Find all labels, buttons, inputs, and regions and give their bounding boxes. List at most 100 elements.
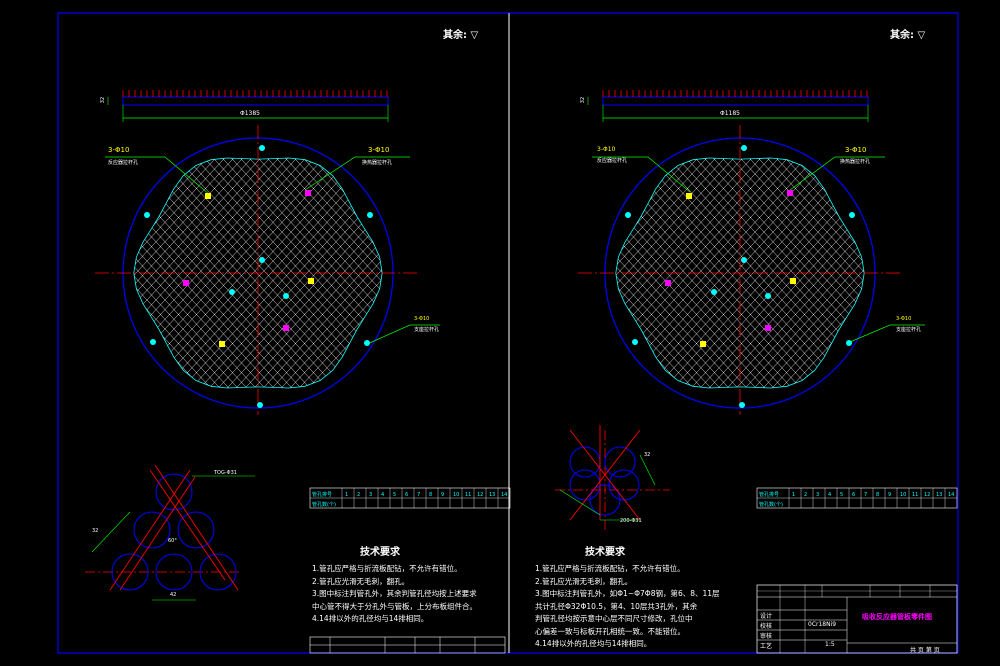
pitch-dim-left: 32	[92, 528, 99, 534]
note-line: 2.管孔应光滑无毛刺，翻孔。	[312, 576, 410, 586]
note-line: 心偏差一致与标板开孔相统一致。不能错位。	[535, 626, 685, 636]
sheet-count: 共 页 第 页	[910, 647, 940, 654]
table-header-cell: 9	[888, 492, 891, 498]
pitch-detail	[555, 425, 670, 530]
note-line: 4.14排以外的孔径均与14排相同。	[535, 639, 652, 648]
hatch-line	[811, 158, 865, 388]
tech-notes-left: 1.管孔应严格与折流板配钻，不允许有错位。 2.管孔应光滑无毛刺，翻孔。 3.图…	[312, 563, 477, 626]
hatch-line	[133, 158, 163, 388]
leader-a-sub-right: 反应器拉杆孔	[597, 158, 628, 164]
hatch-line	[838, 158, 865, 388]
hatch-line	[974, 133, 1000, 413]
table-header-cell: 6	[852, 492, 855, 498]
scale: 1:5	[825, 641, 835, 648]
table-header-cell: 8	[429, 492, 432, 498]
table-header-cell: 4	[828, 492, 831, 498]
table-header-cell: 1	[792, 492, 795, 498]
pitch-label-left: TOG-Φ31	[214, 470, 237, 476]
hatch-line	[911, 133, 1000, 413]
drawing-canvas: 管孔排号 1 2 3 4 5 6 7 8 9 10 11 12 13 14管孔数(个)	[0, 12, 1000, 654]
hatch-line	[956, 133, 1000, 413]
hatch-line	[947, 133, 1000, 413]
hatch-line	[938, 133, 1000, 413]
note-line: 3.图中标注判管孔外，其余判管孔径均按上述要求	[312, 589, 477, 598]
note-line: 3.图中标注判管孔外，如Φ1~Φ7Φ8钢，第6、8、11层	[535, 589, 720, 598]
table-header-cell: 2	[357, 492, 360, 498]
plate-side-view	[587, 90, 869, 122]
leader-b-label-right: 3-Φ10	[845, 146, 867, 154]
tech-title-right: 技术要求	[585, 547, 625, 558]
title-row-check: 校核	[760, 623, 773, 630]
table-header-cell: 14	[948, 492, 954, 498]
hatch-line	[929, 133, 1000, 413]
table-header-cell: 4	[381, 492, 384, 498]
table-header-cell: 3	[816, 492, 819, 498]
hatch-line	[0, 133, 99, 413]
table-header-cell: 10	[453, 492, 459, 498]
leader-a-sub-left: 反应器拉杆孔	[108, 160, 139, 166]
note-line: 1.管孔应严格与折流板配钻，不允许有错位。	[535, 564, 685, 573]
roughness-note-right: 其余: ▽	[890, 30, 926, 41]
hatch-line	[920, 133, 1000, 413]
title-row-process: 工艺	[760, 643, 773, 650]
hatch-line	[0, 133, 54, 413]
tech-title-left: 技术要求	[360, 547, 400, 558]
diameter-dim-left: Φ1385	[240, 110, 260, 117]
table-header-cell: 管孔排号	[312, 491, 332, 498]
table-header-cell: 14	[501, 492, 507, 498]
leader-a-label-left: 3-Φ10	[108, 146, 130, 154]
angle-label-left: 60°	[168, 538, 177, 544]
hatch-line	[0, 133, 27, 413]
note-line: 判管孔径均按示意中心层不同尺寸修改，孔位中	[535, 614, 693, 623]
leader-c-sub-left: 支座拉杆孔	[414, 327, 440, 333]
leader-b	[304, 156, 410, 191]
pitch-detail	[85, 464, 255, 601]
hatch-line	[0, 133, 81, 413]
pitch-label-right: 200-Φ31	[620, 518, 642, 524]
parts-list-strip	[309, 636, 506, 654]
leader-c-sub-right: 支座拉杆孔	[896, 327, 922, 333]
table-header-cell: 5	[840, 492, 843, 498]
table-header-cell: 11	[465, 492, 471, 498]
hatch-line	[0, 133, 63, 413]
hatch-line	[615, 158, 704, 388]
title-row-design: 设计	[760, 613, 773, 620]
hatch-line	[615, 158, 677, 388]
table-header-cell: 管孔排号	[759, 491, 779, 498]
hatch-line	[615, 158, 699, 388]
plate-side-view	[107, 90, 389, 122]
leader-a-label-right: 3-Φ10	[597, 146, 616, 153]
pitch-dim-right: 32	[644, 452, 651, 458]
leader-c-label-right: 3-Φ10	[896, 316, 912, 322]
drawing-name: 吸收反应器管板零件图	[862, 613, 932, 621]
table-header-cell: 10	[900, 492, 906, 498]
note-line: 1.管孔应严格与折流板配钻，不允许有错位。	[312, 564, 462, 573]
hatch-line	[965, 133, 1000, 413]
note-line: 2.管孔应光滑无毛刺，翻孔。	[535, 576, 633, 586]
table-header-cell: 5	[393, 492, 396, 498]
table-header-cell: 1	[345, 492, 348, 498]
hatch-line	[806, 158, 865, 388]
hatch-line	[856, 158, 865, 388]
table-header-cell: 8	[876, 492, 879, 498]
hatch-line	[0, 133, 72, 413]
leader-b-sub-left: 换热器拉杆孔	[362, 160, 393, 166]
leader-b	[789, 156, 885, 191]
material: 0Cr18Ni9	[808, 621, 837, 628]
leader-b-sub-right: 换热器拉杆孔	[840, 159, 871, 165]
leader-c-label-left: 3-Φ10	[414, 316, 430, 322]
table-header-cell: 12	[924, 492, 930, 498]
table-row-label: 管孔数(个)	[759, 501, 783, 508]
table-header-cell: 7	[417, 492, 420, 498]
table-row-label: 管孔数(个)	[312, 501, 336, 508]
table-header-cell: 13	[936, 492, 942, 498]
hatch-line	[893, 133, 1000, 413]
hatch-line	[0, 133, 90, 413]
table-header-cell: 13	[489, 492, 495, 498]
hatch-line	[0, 133, 18, 413]
hole-count-table: 管孔排号 1 2 3 4 5 6 7 8 9 10 11 12 13 14管孔数(个)	[309, 487, 511, 509]
table-header-cell: 6	[405, 492, 408, 498]
hatch-line	[0, 133, 45, 413]
table-header-cell: 11	[912, 492, 918, 498]
hole-count-table: 管孔排号 1 2 3 4 5 6 7 8 9 10 11 12 13 14管孔数(个)	[756, 487, 958, 509]
